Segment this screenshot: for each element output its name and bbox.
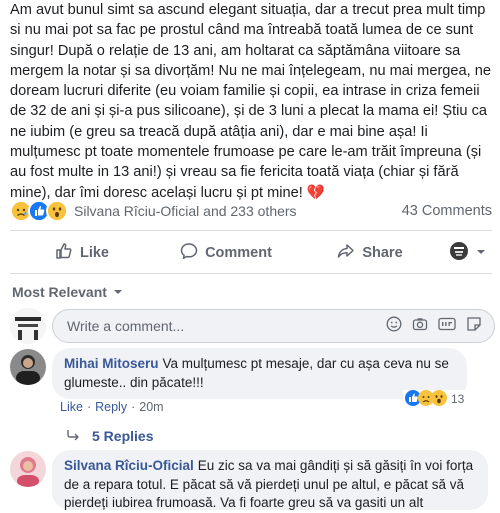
- chevron-down-icon: [476, 245, 486, 261]
- sort-label: Most Relevant: [12, 284, 107, 300]
- sort-dropdown[interactable]: Most Relevant: [12, 284, 123, 300]
- comment-author[interactable]: Silvana Rîciu-Oficial: [64, 458, 194, 473]
- sticker-icon[interactable]: [466, 316, 482, 337]
- like-label: Like: [79, 245, 109, 261]
- commenter-avatar[interactable]: [10, 451, 46, 487]
- comment-composer[interactable]: [52, 309, 495, 343]
- comment-author[interactable]: Mihai Mitoseru: [64, 356, 159, 371]
- divider: [10, 273, 492, 274]
- post-text: Am avut bunul simt sa ascund elegant sit…: [10, 2, 492, 201]
- comment-label: Comment: [205, 245, 272, 261]
- wow-reaction-icon: [46, 200, 68, 222]
- commenter-avatar[interactable]: [10, 349, 46, 385]
- comment-button[interactable]: Comment: [154, 242, 298, 264]
- comment-meta: Like · Reply · 20m: [60, 400, 164, 414]
- post-actions: Like Comment Share: [10, 237, 492, 269]
- emoji-icon[interactable]: [386, 316, 402, 337]
- share-label: Share: [362, 245, 403, 261]
- reaction-icons[interactable]: [10, 200, 68, 222]
- comment-bubble: Silvana Rîciu-Oficial Eu zic sa va mai gâ…: [52, 450, 488, 510]
- replies-label: 5 Replies: [92, 428, 154, 444]
- camera-icon[interactable]: [412, 316, 428, 337]
- caret-down-icon: [113, 284, 123, 300]
- composer-tools: [386, 316, 482, 337]
- comment-input[interactable]: [65, 317, 386, 335]
- like-button[interactable]: Like: [10, 242, 154, 264]
- gif-icon[interactable]: [438, 316, 456, 337]
- comments-count[interactable]: 43 Comments: [402, 203, 492, 219]
- post-body: Am avut bunul simt sa ascund elegant sit…: [10, 0, 496, 203]
- page-avatar-icon: [449, 241, 469, 265]
- comment-reaction-count: 13: [451, 392, 465, 406]
- current-user-avatar[interactable]: [10, 308, 46, 344]
- reactions-summary[interactable]: Silvana Rîciu-Oficial and 233 others: [74, 203, 297, 219]
- audience-selector-button[interactable]: [442, 241, 492, 265]
- divider: [10, 230, 492, 231]
- comment-timestamp[interactable]: 20m: [139, 400, 163, 414]
- reactions-bar[interactable]: Silvana Rîciu-Oficial and 233 others 43 …: [10, 200, 492, 222]
- comment-reply-link[interactable]: Reply: [95, 400, 127, 414]
- wow-reaction-icon: [431, 389, 447, 409]
- speech-bubble-icon: [180, 242, 198, 264]
- comment-like-link[interactable]: Like: [60, 400, 83, 414]
- separator-dot: ·: [131, 400, 136, 414]
- share-arrow-icon: [337, 242, 355, 264]
- separator-dot: ·: [86, 400, 92, 414]
- comment-reactions[interactable]: 13: [403, 389, 467, 409]
- view-replies-link[interactable]: 5 Replies: [66, 428, 153, 444]
- thumbs-up-icon: [55, 242, 73, 264]
- share-button[interactable]: Share: [298, 242, 442, 264]
- reply-arrow-icon: [66, 428, 80, 444]
